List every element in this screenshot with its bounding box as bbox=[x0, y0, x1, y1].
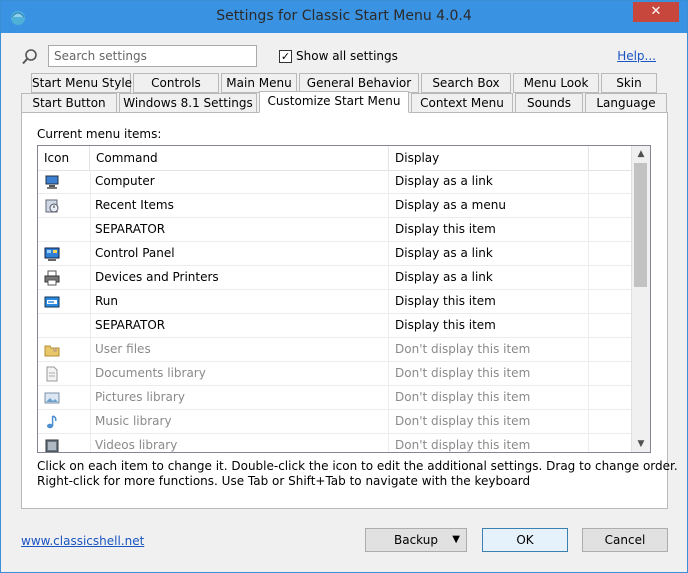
row-command: Documents library bbox=[95, 366, 206, 380]
row-display: Display this item bbox=[395, 318, 496, 332]
recent-items-icon bbox=[45, 199, 59, 213]
dropdown-arrow-icon: ▼ bbox=[452, 534, 460, 545]
help-link[interactable]: Help... bbox=[617, 49, 656, 63]
tab-skin[interactable]: Skin bbox=[601, 73, 657, 93]
row-command: Recent Items bbox=[95, 198, 174, 212]
table-row[interactable]: Videos library Don't display this item bbox=[38, 434, 632, 452]
tab-controls[interactable]: Controls bbox=[133, 73, 219, 93]
row-icon-cell[interactable] bbox=[38, 362, 91, 386]
row-command: Control Panel bbox=[95, 246, 175, 260]
show-all-checkbox[interactable]: ✓ bbox=[279, 50, 292, 63]
row-command: Run bbox=[95, 294, 119, 308]
current-items-label: Current menu items: bbox=[37, 127, 162, 141]
row-icon-cell[interactable] bbox=[38, 386, 91, 410]
row-icon-cell[interactable] bbox=[38, 218, 91, 242]
ok-button[interactable]: OK bbox=[482, 528, 568, 552]
picture-icon bbox=[44, 392, 60, 404]
row-icon-cell[interactable] bbox=[38, 266, 91, 290]
row-display: Don't display this item bbox=[395, 438, 531, 452]
settings-window: Settings for Classic Start Menu 4.0.4 ✕ … bbox=[0, 0, 688, 573]
table-row[interactable]: Pictures library Don't display this item bbox=[38, 386, 632, 410]
document-icon bbox=[46, 366, 58, 382]
title-bar[interactable]: Settings for Classic Start Menu 4.0.4 ✕ bbox=[1, 1, 687, 33]
row-command: Devices and Printers bbox=[95, 270, 219, 284]
run-icon bbox=[44, 296, 60, 308]
website-link[interactable]: www.classicshell.net bbox=[21, 534, 144, 548]
table-row[interactable]: SEPARATOR Display this item bbox=[38, 314, 632, 338]
music-icon bbox=[47, 415, 57, 429]
row-command: Videos library bbox=[95, 438, 178, 452]
row-icon-cell[interactable] bbox=[38, 314, 91, 338]
tab-language[interactable]: Language bbox=[585, 93, 667, 113]
hint-line-1: Click on each item to change it. Double-… bbox=[37, 459, 678, 473]
tab-general-behavior[interactable]: General Behavior bbox=[299, 73, 419, 93]
row-display: Don't display this item bbox=[395, 390, 531, 404]
row-display: Display as a link bbox=[395, 174, 493, 188]
row-display: Display this item bbox=[395, 222, 496, 236]
row-icon-cell[interactable] bbox=[38, 194, 91, 218]
backup-label: Backup bbox=[394, 533, 438, 547]
scrollbar-thumb[interactable] bbox=[634, 163, 647, 287]
search-icon bbox=[22, 49, 37, 65]
column-header-icon[interactable]: Icon bbox=[38, 146, 90, 170]
scroll-up-icon[interactable]: ▲ bbox=[632, 146, 650, 162]
tab-start-button[interactable]: Start Button bbox=[21, 93, 117, 113]
row-display: Display as a link bbox=[395, 246, 493, 260]
table-row[interactable]: Recent Items Display as a menu bbox=[38, 194, 632, 218]
computer-icon bbox=[45, 175, 59, 189]
column-header-command[interactable]: Command bbox=[90, 146, 389, 170]
tab-start-menu-style[interactable]: Start Menu Style bbox=[31, 73, 132, 93]
table-row[interactable]: Control Panel Display as a link bbox=[38, 242, 632, 266]
cancel-button[interactable]: Cancel bbox=[582, 528, 668, 552]
scroll-down-icon[interactable]: ▼ bbox=[632, 436, 650, 452]
row-icon-cell[interactable] bbox=[38, 290, 91, 314]
menu-items-list[interactable]: Icon Command Display Computer Display as… bbox=[37, 145, 651, 453]
row-icon-cell[interactable] bbox=[38, 242, 91, 266]
row-display: Display as a link bbox=[395, 270, 493, 284]
row-display: Display as a menu bbox=[395, 198, 506, 212]
tab-context-menu[interactable]: Context Menu bbox=[411, 93, 513, 113]
tab-menu-look[interactable]: Menu Look bbox=[513, 73, 599, 93]
close-button[interactable]: ✕ bbox=[633, 2, 679, 22]
tab-search-box[interactable]: Search Box bbox=[421, 73, 511, 93]
row-command: Music library bbox=[95, 414, 172, 428]
control-panel-icon bbox=[44, 247, 60, 261]
printer-icon bbox=[44, 270, 60, 286]
row-display: Display this item bbox=[395, 294, 496, 308]
column-header-display[interactable]: Display bbox=[389, 146, 589, 170]
video-icon bbox=[45, 439, 59, 452]
row-display: Don't display this item bbox=[395, 342, 531, 356]
row-command: Computer bbox=[95, 174, 155, 188]
row-command: Pictures library bbox=[95, 390, 185, 404]
tab-windows-81-settings[interactable]: Windows 8.1 Settings bbox=[119, 93, 257, 113]
row-display: Don't display this item bbox=[395, 366, 531, 380]
row-icon-cell[interactable] bbox=[38, 170, 91, 194]
table-row[interactable]: Devices and Printers Display as a link bbox=[38, 266, 632, 290]
show-all-label[interactable]: Show all settings bbox=[296, 49, 398, 63]
tab-main-menu[interactable]: Main Menu bbox=[221, 73, 297, 93]
window-title: Settings for Classic Start Menu 4.0.4 bbox=[216, 8, 472, 24]
table-row[interactable]: Run Display this item bbox=[38, 290, 632, 314]
row-icon-cell[interactable] bbox=[38, 338, 91, 362]
row-icon-cell[interactable] bbox=[38, 410, 91, 434]
list-scrollbar[interactable]: ▲ ▼ bbox=[631, 146, 650, 452]
search-input[interactable]: Search settings bbox=[48, 45, 257, 67]
hint-line-2: Right-click for more functions. Use Tab … bbox=[37, 474, 531, 488]
row-icon-cell[interactable] bbox=[38, 434, 91, 452]
tab-customize-start-menu[interactable]: Customize Start Menu bbox=[259, 91, 409, 113]
tab-sounds[interactable]: Sounds bbox=[515, 93, 583, 113]
table-row[interactable]: User files Don't display this item bbox=[38, 338, 632, 362]
row-command: User files bbox=[95, 342, 151, 356]
table-row[interactable]: Computer Display as a link bbox=[38, 170, 632, 194]
row-command: SEPARATOR bbox=[95, 222, 166, 236]
list-header: Icon Command Display bbox=[38, 146, 632, 171]
backup-button[interactable]: Backup ▼ bbox=[365, 528, 467, 552]
table-row[interactable]: Documents library Don't display this ite… bbox=[38, 362, 632, 386]
table-row[interactable]: Music library Don't display this item bbox=[38, 410, 632, 434]
table-row[interactable]: SEPARATOR Display this item bbox=[38, 218, 632, 242]
user-files-icon bbox=[44, 345, 60, 357]
row-command: SEPARATOR bbox=[95, 318, 166, 332]
row-display: Don't display this item bbox=[395, 414, 531, 428]
